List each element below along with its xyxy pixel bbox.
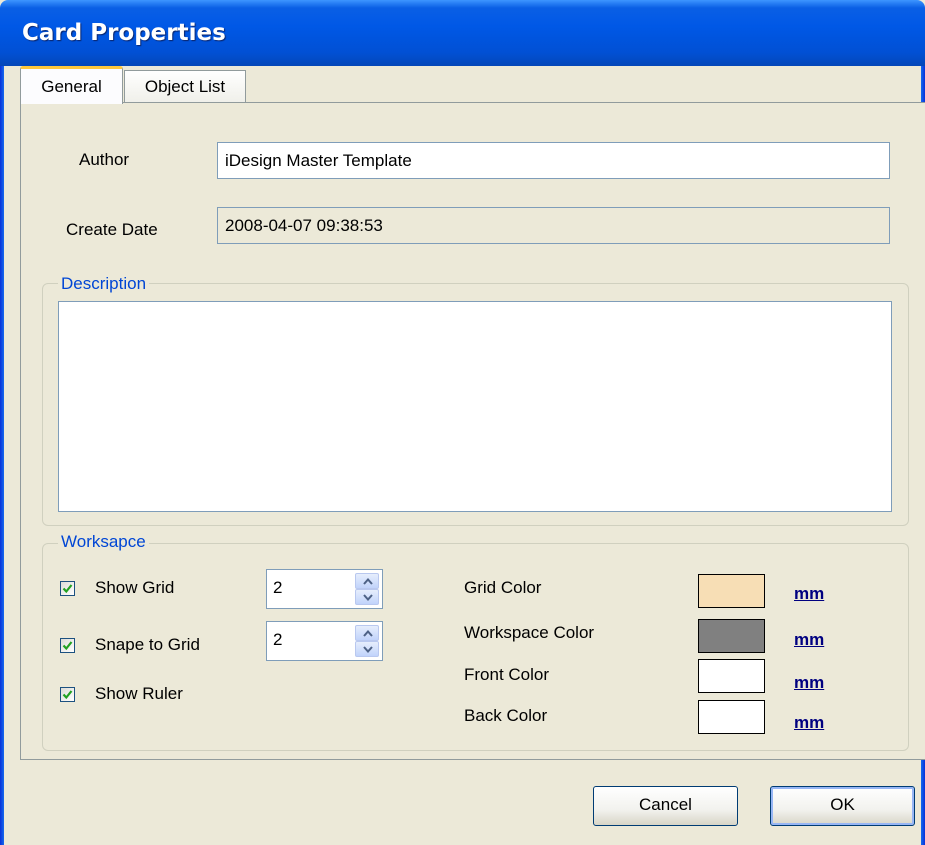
workspace-group-title: Worksapce: [58, 532, 149, 552]
front-color-link[interactable]: mm: [794, 673, 824, 693]
arrow-up-icon: [363, 578, 373, 585]
grid-size-up-button[interactable]: [355, 573, 379, 589]
checkmark-icon: [62, 690, 73, 700]
grid-color-link[interactable]: mm: [794, 584, 824, 604]
tab-object-list[interactable]: Object List: [124, 70, 246, 102]
arrow-down-icon: [363, 594, 373, 601]
snap-size-stepper[interactable]: 2: [266, 621, 383, 661]
grid-size-spin-buttons: [355, 573, 379, 605]
create-date-field: 2008-04-07 09:38:53: [217, 207, 890, 244]
window-title: Card Properties: [22, 20, 226, 46]
window-frame-left: [0, 66, 4, 845]
arrow-up-icon: [363, 630, 373, 637]
show-grid-checkbox[interactable]: [60, 581, 75, 596]
snap-size-down-button[interactable]: [355, 641, 379, 657]
show-grid-label: Show Grid: [95, 578, 175, 597]
create-date-label: Create Date: [66, 220, 158, 239]
workspace-color-swatch[interactable]: [698, 619, 765, 653]
cancel-button[interactable]: Cancel: [593, 786, 738, 826]
back-color-label: Back Color: [464, 706, 548, 725]
workspace-color-label: Workspace Color: [464, 623, 595, 642]
snap-to-grid-checkbox[interactable]: [60, 638, 75, 653]
author-field[interactable]: iDesign Master Template: [217, 142, 890, 179]
grid-size-value: 2: [273, 578, 283, 597]
description-group-title: Description: [58, 274, 150, 294]
author-label: Author: [79, 150, 130, 169]
grid-size-stepper[interactable]: 2: [266, 569, 383, 609]
front-color-label: Front Color: [464, 665, 550, 684]
show-ruler-checkbox[interactable]: [60, 687, 75, 702]
snap-to-grid-label: Snape to Grid: [95, 635, 200, 654]
back-color-swatch[interactable]: [698, 700, 765, 734]
front-color-swatch[interactable]: [698, 659, 765, 693]
grid-color-label: Grid Color: [464, 578, 542, 597]
workspace-color-link[interactable]: mm: [794, 630, 824, 650]
back-color-link[interactable]: mm: [794, 713, 824, 733]
grid-size-down-button[interactable]: [355, 589, 379, 605]
snap-size-value: 2: [273, 630, 283, 649]
grid-color-swatch[interactable]: [698, 574, 765, 608]
description-textarea[interactable]: [58, 301, 892, 512]
snap-size-spin-buttons: [355, 625, 379, 657]
card-properties-dialog: Card Properties General Object List Auth…: [0, 0, 925, 845]
title-bar[interactable]: Card Properties: [0, 0, 925, 66]
checkmark-icon: [62, 584, 73, 594]
tab-general[interactable]: General: [20, 66, 123, 104]
arrow-down-icon: [363, 646, 373, 653]
general-tab-page: Author iDesign Master Template Create Da…: [20, 102, 925, 760]
snap-size-up-button[interactable]: [355, 625, 379, 641]
show-ruler-label: Show Ruler: [95, 684, 183, 703]
checkmark-icon: [62, 641, 73, 651]
ok-button[interactable]: OK: [770, 786, 915, 826]
